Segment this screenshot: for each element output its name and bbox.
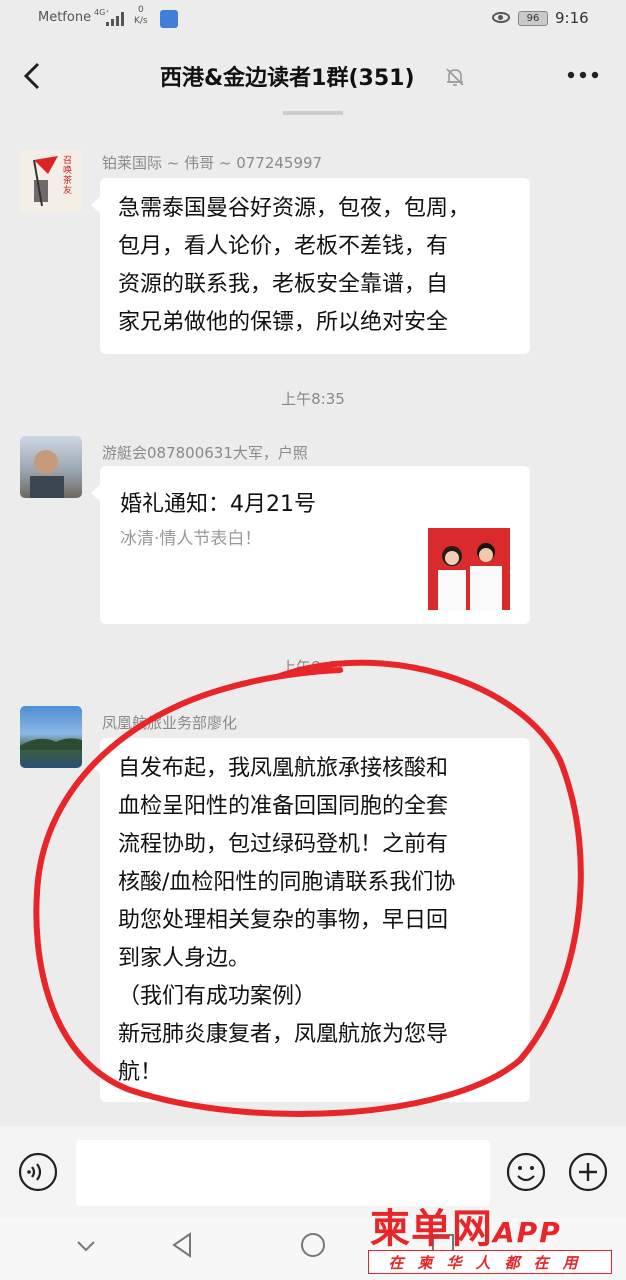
watermark-tagline: 在柬华人都在用	[368, 1250, 612, 1274]
sender-name: 铂莱国际 ~ 伟哥 ~ 077245997	[102, 154, 323, 172]
link-title: 婚礼通知：4月21号	[120, 492, 316, 517]
message-bubble[interactable]: 急需泰国曼谷好资源，包夜，包周， 包月，看人论价，老板不差钱，有 资源的联系我，…	[91, 178, 530, 354]
mute-bell-icon	[446, 68, 464, 86]
network-speed: 0 K/s	[134, 5, 148, 27]
chat-title: 西港&金边读者1群(351)	[160, 66, 415, 91]
add-attachment-icon[interactable]	[568, 1152, 608, 1192]
message-line: 流程协助，包过绿码登机！之前有	[118, 832, 449, 857]
message-line: 新冠肺炎康复者，凤凰航旅为您导	[118, 1022, 449, 1047]
message-line: 核酸/血检阳性的同胞请联系我们协	[118, 870, 456, 895]
timestamp: 上午8:35	[281, 390, 345, 408]
eye-comfort-icon	[492, 12, 510, 23]
message-line: 急需泰国曼谷好资源，包夜，包周，	[118, 196, 471, 221]
watermark-logo: 柬单网APP	[370, 1196, 562, 1254]
watermark-app: APP	[493, 1216, 562, 1249]
carrier-name: Metfone	[38, 10, 92, 25]
sender-name: 游艇会087800631大军，户照	[102, 444, 308, 462]
chat-header: 西港&金边读者1群(351)	[0, 42, 626, 112]
battery-icon: 96	[518, 11, 548, 26]
avatar-text: 召唤茶友	[63, 156, 73, 196]
wedding-photo-thumbnail	[428, 528, 510, 610]
message-line: 航！	[118, 1060, 163, 1085]
avatar[interactable]	[20, 706, 82, 768]
emoji-icon[interactable]	[506, 1152, 546, 1192]
sender-name: 凤凰航旅业务部廖化	[102, 714, 238, 732]
app-notification-icon	[160, 10, 178, 28]
message-line: 自发布起，我凤凰航旅承接核酸和	[118, 756, 449, 781]
timestamp-partial	[0, 103, 626, 115]
message-line: 包月，看人论价，老板不差钱，有	[118, 234, 449, 259]
speed-value: 0	[137, 5, 144, 15]
watermark-brand: 柬单网	[370, 1206, 493, 1252]
status-bar: Metfone 4G⁺ 0 K/s 96 9:16	[0, 0, 626, 40]
voice-input-icon[interactable]	[18, 1152, 58, 1192]
message-line: 到家人身边。	[118, 946, 251, 971]
speed-unit: K/s	[134, 16, 148, 26]
message-line: 助您处理相关复杂的事物，早日回	[118, 908, 449, 933]
message-line: （我们有成功案例）	[118, 984, 317, 1009]
system-back-icon[interactable]	[170, 1232, 194, 1258]
clock: 9:16	[555, 9, 589, 27]
avatar[interactable]	[20, 436, 82, 498]
more-options-icon[interactable]	[566, 70, 600, 80]
landscape-avatar-icon	[20, 738, 82, 750]
system-home-icon[interactable]	[300, 1232, 326, 1258]
message-line: 资源的联系我，老板安全靠谱，自	[118, 272, 449, 297]
person-avatar-icon	[30, 450, 64, 498]
back-arrow-icon[interactable]	[18, 58, 48, 94]
timestamp: 上午8:42	[281, 658, 345, 676]
link-description: 冰清·情人节表白！	[120, 529, 262, 549]
chevron-down-icon[interactable]	[76, 1236, 96, 1256]
signal-icon	[106, 12, 126, 26]
message-bubble[interactable]: 自发布起，我凤凰航旅承接核酸和 血检呈阳性的准备回国同胞的全套 流程协助，包过绿…	[91, 738, 530, 1102]
avatar[interactable]: 召唤茶友	[20, 150, 82, 212]
message-line: 家兄弟做他的保镖，所以绝对安全	[118, 310, 449, 335]
link-card[interactable]: 婚礼通知：4月21号 冰清·情人节表白！	[91, 466, 530, 624]
message-line: 血检呈阳性的准备回国同胞的全套	[118, 794, 449, 819]
